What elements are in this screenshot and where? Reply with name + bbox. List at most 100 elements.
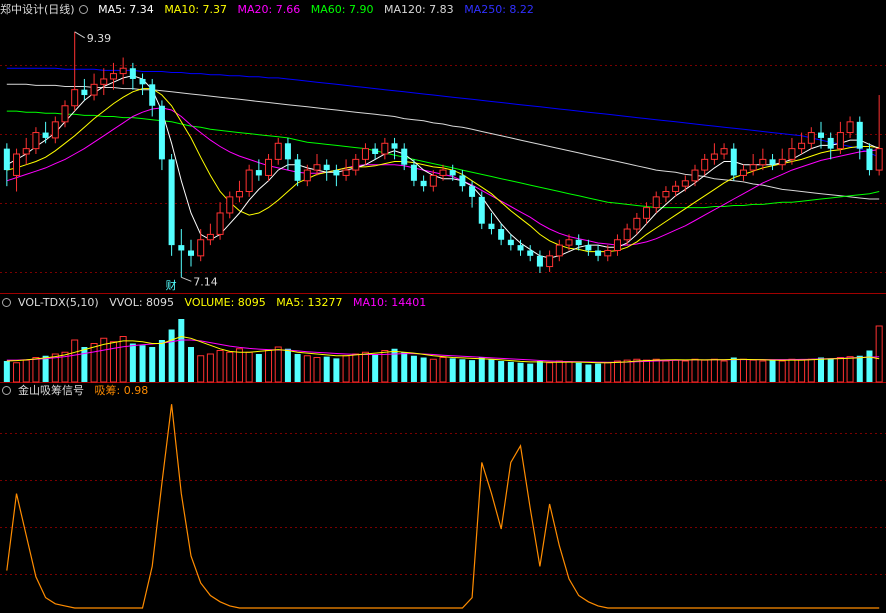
volume-bar-up [643, 359, 651, 383]
candle-body-up [701, 158, 709, 171]
candle-body-down [81, 89, 88, 96]
candle-body-down [817, 132, 825, 138]
candle-body-up [565, 239, 573, 246]
volume-bar-up [265, 350, 273, 383]
candle-body-down [517, 245, 524, 251]
volume-bar-up [197, 355, 205, 383]
signal-grid [0, 433, 886, 575]
candle-body-up [710, 153, 718, 160]
volume-bar-up [22, 359, 30, 383]
candle-body-down [459, 175, 466, 187]
volume-bar-up [875, 325, 883, 383]
volume-bar-up [565, 361, 573, 383]
candle-body-up [633, 217, 641, 230]
volume-bar-up [32, 357, 40, 383]
candle-body-down [410, 164, 417, 181]
stock-chart[interactable]: 9.39 7.14 财 [0, 0, 886, 613]
candle-body-up [245, 169, 253, 193]
candle-body-up [265, 158, 273, 176]
volume-bar-down [827, 358, 834, 382]
volume-bar-down [469, 360, 476, 382]
candle-body-up [439, 169, 447, 176]
candle-body-down [284, 143, 291, 160]
volume-bar-up [245, 351, 253, 383]
candle-body-up [313, 164, 321, 171]
ma120-line [6, 83, 880, 200]
high-annotation: 9.39 [74, 31, 111, 45]
volume-bar-up [701, 359, 709, 383]
volume-bar-up [846, 356, 854, 383]
candle-body-up [759, 158, 767, 166]
candle-body-down [158, 105, 165, 160]
candle-body-up [90, 83, 98, 96]
volume-bar-down [187, 347, 195, 382]
volume-bar-up [313, 357, 321, 383]
low-price-label: 7.14 [193, 275, 218, 288]
volume-bar-up [613, 360, 621, 383]
volume-bar-up [381, 350, 389, 383]
candle-body-down [139, 78, 146, 85]
candle-body-up [555, 244, 563, 257]
candle-body-up [836, 132, 844, 150]
report-marker-label[interactable]: 财 [166, 278, 177, 292]
candle-body-up [546, 255, 554, 268]
candle-body-up [100, 78, 108, 85]
candle-body-up [51, 121, 59, 139]
candle-body-down [187, 250, 195, 256]
volume-bar-down [575, 362, 582, 382]
volume-bar-down [866, 350, 873, 382]
candle-body-up [681, 180, 689, 187]
volume-bar-up [672, 359, 680, 383]
candle-body-up [32, 132, 40, 150]
volume-bar-down [284, 348, 291, 382]
candle-body-up [720, 148, 728, 155]
volume-bar-up [13, 362, 21, 383]
volume-bar-down [730, 357, 737, 382]
volume-bar-up [662, 360, 670, 383]
volume-bar-up [361, 351, 369, 383]
volume-bar-down [856, 355, 863, 382]
volume-bar-up [303, 355, 311, 383]
volume-bar-down [129, 343, 136, 382]
volume-bar-up [836, 357, 844, 383]
candle-body-down [294, 159, 301, 181]
candle-body-up [342, 169, 350, 176]
ma250-line [6, 67, 880, 158]
financial-report-marker[interactable]: 财 [164, 278, 179, 292]
candle-body-down [391, 143, 398, 149]
ma60-line [6, 110, 880, 209]
volume-bar-down [449, 358, 456, 382]
volume-bar-up [633, 358, 641, 383]
volume-bar-up [759, 360, 767, 383]
candle-body-down [168, 159, 175, 246]
volume-bar-up [555, 360, 563, 383]
candle-body-up [303, 169, 311, 182]
volume-bar-down [459, 359, 466, 382]
candle-body-up [691, 169, 699, 182]
candle-body-down [527, 250, 534, 256]
candle-body-up [13, 153, 21, 176]
volume-bar-up [788, 358, 796, 383]
volume-bar-down [149, 347, 156, 382]
candle-body-up [623, 228, 631, 241]
candle-body-up [778, 158, 786, 166]
candle-body-up [197, 239, 205, 257]
volume-bar-down [3, 361, 10, 382]
candle-body-down [585, 245, 592, 251]
volume-bar-up [429, 358, 437, 383]
signal-curve [6, 404, 880, 609]
volume-bar-up [739, 358, 747, 383]
volume-bar-down [420, 357, 427, 382]
volume-bar-down [517, 362, 524, 382]
candle-body-up [216, 212, 224, 235]
candle-body-down [372, 148, 379, 154]
candle-body-up [875, 148, 883, 171]
volume-bar-up [720, 360, 728, 383]
volume-bar-down [178, 319, 185, 382]
candle-body-down [420, 180, 427, 187]
volume-bar-down [168, 329, 175, 382]
volume-bar-up [807, 358, 815, 383]
volume-bar-up [691, 358, 699, 383]
candle-body-down [856, 121, 863, 149]
volume-bar-down [769, 360, 776, 382]
